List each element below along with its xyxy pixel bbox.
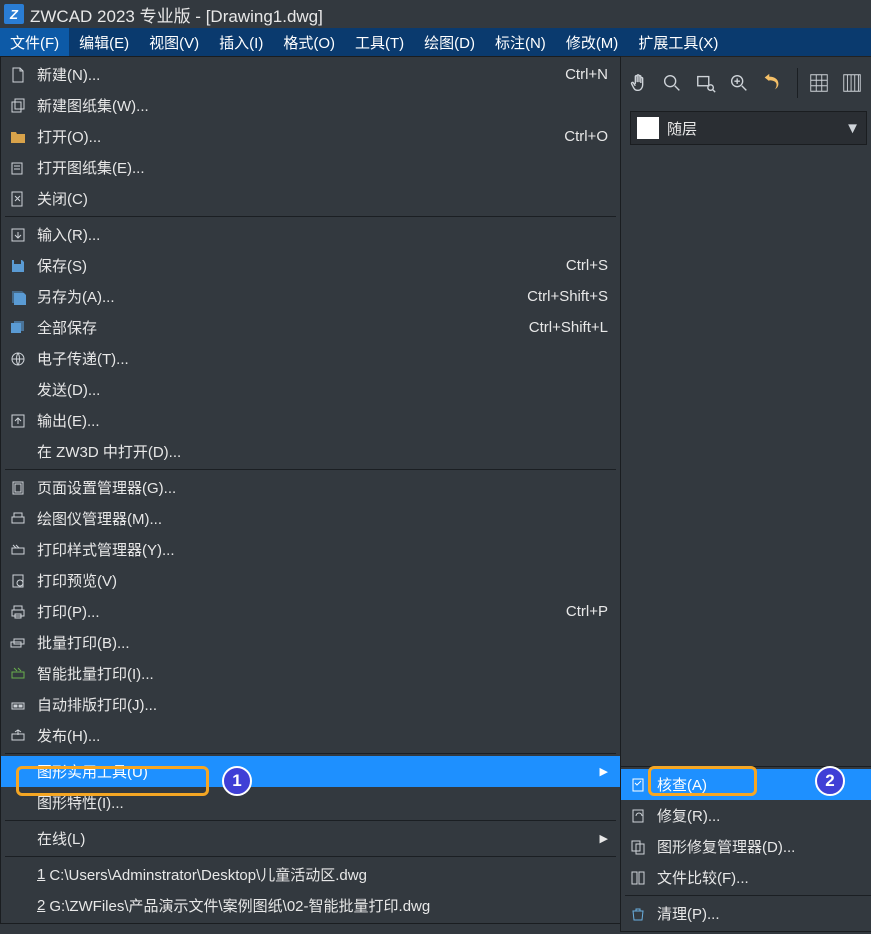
mi-publish[interactable]: 发布(H)... (1, 720, 620, 751)
mi-close[interactable]: 关闭(C) (1, 183, 620, 214)
menu-draw[interactable]: 绘图(D) (414, 28, 485, 56)
submenu-arrow-icon: ▶ (600, 765, 608, 778)
export-icon (7, 410, 29, 432)
menu-format[interactable]: 格式(O) (273, 28, 345, 56)
blank-icon (7, 828, 29, 850)
mi-print[interactable]: 打印(P)... Ctrl+P (1, 596, 620, 627)
zoom-extents-icon[interactable] (657, 67, 686, 99)
mi-etransmit[interactable]: 电子传递(T)... (1, 343, 620, 374)
mi-open[interactable]: 打开(O)... Ctrl+O (1, 121, 620, 152)
etransmit-icon (7, 348, 29, 370)
titlebar: Z ZWCAD 2023 专业版 - [Drawing1.dwg] (0, 0, 871, 28)
page-setup-icon (7, 477, 29, 499)
mi-plotter-manager[interactable]: 绘图仪管理器(M)... (1, 503, 620, 534)
mi-pagesetup[interactable]: 页面设置管理器(G)... (1, 472, 620, 503)
open-sheetset-icon (7, 157, 29, 179)
batchprint-icon (7, 632, 29, 654)
recover-icon (627, 805, 649, 827)
blank-icon (7, 792, 29, 814)
mi-smartprint[interactable]: 智能批量打印(I)... (1, 658, 620, 689)
color-layer-dropdown[interactable]: 随层 ▼ (630, 111, 867, 145)
sm-recover[interactable]: 修复(R)... (621, 800, 871, 831)
smartprint-icon (7, 663, 29, 685)
menu-dim[interactable]: 标注(N) (485, 28, 556, 56)
menu-insert[interactable]: 插入(I) (209, 28, 273, 56)
mi-export[interactable]: 输出(E)... (1, 405, 620, 436)
grid-icon[interactable] (804, 67, 833, 99)
plotter-icon (7, 508, 29, 530)
menu-file[interactable]: 文件(F) (0, 28, 69, 56)
menu-view[interactable]: 视图(V) (139, 28, 209, 56)
compare-icon (627, 867, 649, 889)
audit-icon (627, 774, 649, 796)
toolbar-right (616, 56, 871, 108)
mi-import[interactable]: 输入(R)... (1, 219, 620, 250)
menu-ext[interactable]: 扩展工具(X) (628, 28, 728, 56)
print-icon (7, 601, 29, 623)
recent-file-1[interactable]: 1 C:\Users\Adminstrator\Desktop\儿童活动区.dw… (1, 859, 620, 890)
sm-file-compare[interactable]: 文件比较(F)... (621, 862, 871, 893)
mi-save[interactable]: 保存(S) Ctrl+S (1, 250, 620, 281)
saveas-icon (7, 286, 29, 308)
mi-batchprint[interactable]: 批量打印(B)... (1, 627, 620, 658)
save-icon (7, 255, 29, 277)
saveall-icon (7, 317, 29, 339)
mi-open-sheetset[interactable]: 打开图纸集(E)... (1, 152, 620, 183)
mi-drawing-utilities[interactable]: 图形实用工具(U) ▶ (1, 756, 620, 787)
import-icon (7, 224, 29, 246)
chevron-down-icon: ▼ (845, 120, 860, 137)
mi-online[interactable]: 在线(L) ▶ (1, 823, 620, 854)
mi-plotstyle-manager[interactable]: 打印样式管理器(Y)... (1, 534, 620, 565)
mi-saveall[interactable]: 全部保存 Ctrl+Shift+L (1, 312, 620, 343)
sm-recover-manager[interactable]: 图形修复管理器(D)... (621, 831, 871, 862)
mi-saveas[interactable]: 另存为(A)... Ctrl+Shift+S (1, 281, 620, 312)
open-folder-icon (7, 126, 29, 148)
send-icon (7, 379, 29, 401)
undo-icon[interactable] (758, 67, 787, 99)
blank-icon (7, 761, 29, 783)
plotstyle-icon (7, 539, 29, 561)
zoom-icon[interactable] (724, 67, 753, 99)
menubar: 文件(F) 编辑(E) 视图(V) 插入(I) 格式(O) 工具(T) 绘图(D… (0, 28, 871, 56)
zw3d-icon (7, 441, 29, 463)
pan-icon[interactable] (624, 67, 653, 99)
file-menu: 新建(N)... Ctrl+N 新建图纸集(W)... 打开(O)... Ctr… (0, 56, 621, 924)
purge-icon (627, 903, 649, 925)
layer-dropdown-label: 随层 (667, 118, 697, 139)
autolayout-icon (7, 694, 29, 716)
app-logo-icon: Z (4, 4, 24, 24)
recent-file-2[interactable]: 2 G:\ZWFiles\产品演示文件\案例图纸\02-智能批量打印.dwg (1, 890, 620, 921)
drawing-utilities-submenu: 核查(A) 修复(R)... 图形修复管理器(D)... 文件比较(F)... … (620, 766, 871, 932)
new-sheetset-icon (7, 95, 29, 117)
sm-audit[interactable]: 核查(A) (621, 769, 871, 800)
app-title: ZWCAD 2023 专业版 - [Drawing1.dwg] (30, 2, 323, 27)
mi-send[interactable]: 发送(D)... (1, 374, 620, 405)
menu-modify[interactable]: 修改(M) (556, 28, 629, 56)
blank-icon (7, 864, 29, 886)
grid2-icon[interactable] (838, 67, 867, 99)
blank-icon (7, 895, 29, 917)
mi-open-zw3d[interactable]: 在 ZW3D 中打开(D)... (1, 436, 620, 467)
mi-autolayout-print[interactable]: 自动排版打印(J)... (1, 689, 620, 720)
recover-mgr-icon (627, 836, 649, 858)
close-icon (7, 188, 29, 210)
publish-icon (7, 725, 29, 747)
menu-tools[interactable]: 工具(T) (345, 28, 414, 56)
mi-new-sheetset[interactable]: 新建图纸集(W)... (1, 90, 620, 121)
sm-purge[interactable]: 清理(P)... (621, 898, 871, 929)
menu-edit[interactable]: 编辑(E) (69, 28, 139, 56)
preview-icon (7, 570, 29, 592)
submenu-arrow-icon: ▶ (600, 832, 608, 845)
zoom-window-icon[interactable] (691, 67, 720, 99)
mi-print-preview[interactable]: 打印预览(V) (1, 565, 620, 596)
mi-drawing-props[interactable]: 图形特性(I)... (1, 787, 620, 818)
color-swatch-icon (637, 117, 659, 139)
new-file-icon (7, 64, 29, 86)
mi-new[interactable]: 新建(N)... Ctrl+N (1, 59, 620, 90)
